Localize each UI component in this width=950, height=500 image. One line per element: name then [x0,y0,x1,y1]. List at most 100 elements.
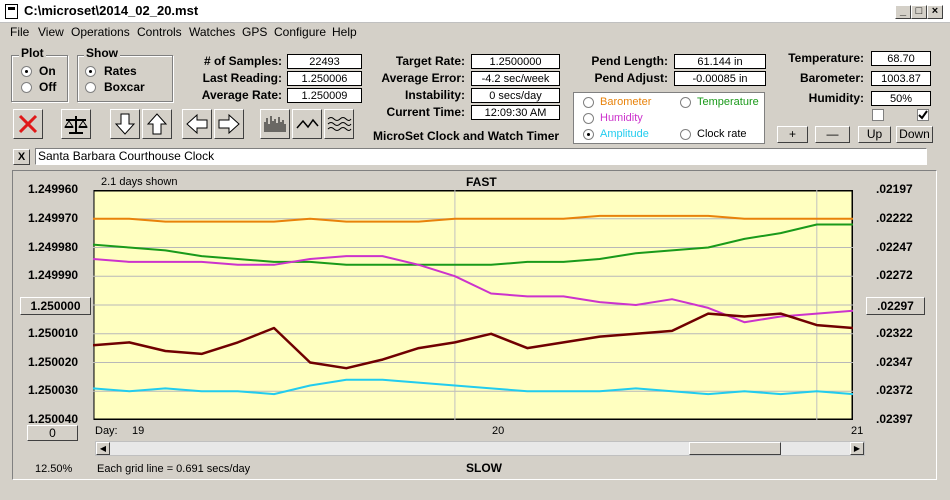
average-error-label: Average Error: [381,71,465,85]
temperature-series-radio[interactable] [680,97,691,108]
move-up-button[interactable] [142,109,172,139]
temperature-value: 68.70 [871,51,931,66]
data-point [237,264,239,266]
balance-button[interactable] [61,109,91,139]
checkbox-2[interactable] [917,109,929,121]
amplitude-series-label: Amplitude [600,128,649,140]
multi-wave-button[interactable] [324,109,354,139]
move-left-button[interactable] [182,109,212,139]
menu-bar: File View Operations Controls Watches GP… [0,22,950,41]
zoom-in-button[interactable]: + [777,126,808,143]
barometer-series-radio[interactable] [583,97,594,108]
data-point [345,221,347,223]
current-time-value: 12:09:30 AM [471,105,560,120]
menu-help[interactable]: Help [332,25,357,39]
data-point [526,347,528,349]
data-point [526,295,528,297]
average-rate-value: 1.250009 [287,88,362,103]
line-wave-button[interactable] [292,109,322,139]
down-button[interactable]: Down [896,126,933,143]
clock-name-field[interactable]: Santa Barbara Courthouse Clock [35,148,927,165]
pend-length-value[interactable]: 61.144 in [674,54,766,69]
humidity-label: Humidity: [808,91,864,105]
menu-controls[interactable]: Controls [137,25,182,39]
day-tick-21: 21 [851,425,864,437]
data-point [743,218,746,220]
data-point [128,218,130,220]
maximize-button[interactable]: □ [911,5,927,19]
menu-operations[interactable]: Operations [71,25,130,39]
clock-rate-series-radio[interactable] [680,129,691,140]
clear-button[interactable]: X [13,149,30,165]
data-point [490,218,492,220]
bar-chart-button[interactable] [260,109,290,139]
minimize-button[interactable]: _ [895,5,911,19]
data-point [526,218,528,220]
reset-button[interactable]: 0 [27,425,78,441]
data-point [273,327,275,329]
data-point [273,221,275,223]
menu-file[interactable]: File [10,25,29,39]
data-point [562,390,565,392]
data-point [599,258,601,260]
samples-label: # of Samples: [203,54,282,68]
days-shown-label: 2.1 days shown [101,176,178,188]
data-point [201,221,203,223]
instability-value: 0 secs/day [471,88,560,103]
bar-chart-icon [264,116,286,132]
menu-watches[interactable]: Watches [189,25,235,39]
data-point [780,393,782,395]
data-point [743,321,746,323]
left-axis-center-button[interactable]: 1.250000 [20,297,91,315]
data-point [526,261,528,263]
up-button[interactable]: Up [858,126,891,143]
show-boxcar-radio[interactable] [85,82,96,93]
scroll-right-button[interactable]: ▶ [850,442,864,455]
data-point [562,218,565,220]
data-point [454,341,456,343]
current-time-label: Current Time: [386,105,465,119]
horizontal-scrollbar[interactable]: ◀ ▶ [95,441,865,456]
data-point [562,261,565,263]
pend-length-label: Pend Length: [591,54,668,68]
close-icon-button[interactable] [13,109,43,139]
data-point [164,350,166,352]
left-axis-tick: 1.249970 [28,210,79,225]
data-point [345,255,347,257]
menu-configure[interactable]: Configure [274,25,326,39]
data-point [599,215,601,217]
slow-label: SLOW [466,461,502,475]
data-point [345,379,347,381]
menu-gps[interactable]: GPS [242,25,267,39]
barometer-value: 1003.87 [871,71,931,86]
left-axis-tick: 1.249960 [28,182,79,196]
menu-view[interactable]: View [38,25,64,39]
data-point [707,313,709,315]
data-point [309,261,311,263]
average-error-value: -4.2 sec/week [471,71,560,86]
right-axis-tick: .02272 [876,268,913,283]
plot-on-radio[interactable] [21,66,32,77]
move-right-button[interactable] [214,109,244,139]
checkbox-1[interactable] [872,109,884,121]
data-point [454,384,456,387]
amplitude-series-radio[interactable] [583,129,594,140]
app-icon[interactable] [5,4,18,19]
instability-label: Instability: [404,88,465,102]
close-window-button[interactable]: × [927,5,943,19]
right-axis-center-button[interactable]: .02297 [866,297,925,315]
plot-off-radio[interactable] [21,82,32,93]
data-point [345,367,347,369]
show-rates-radio[interactable] [85,66,96,77]
scroll-left-button[interactable]: ◀ [96,442,110,455]
data-point [128,390,130,392]
target-rate-value[interactable]: 1.2500000 [471,54,560,69]
scrollbar-thumb[interactable] [689,442,781,455]
zoom-out-button[interactable]: — [815,126,850,143]
data-point [237,390,239,392]
right-axis-tick: .02222 [876,210,913,225]
data-point [707,307,709,309]
right-axis-tick: .02397 [876,412,913,426]
humidity-series-radio[interactable] [583,113,594,124]
move-down-button[interactable] [110,109,140,139]
